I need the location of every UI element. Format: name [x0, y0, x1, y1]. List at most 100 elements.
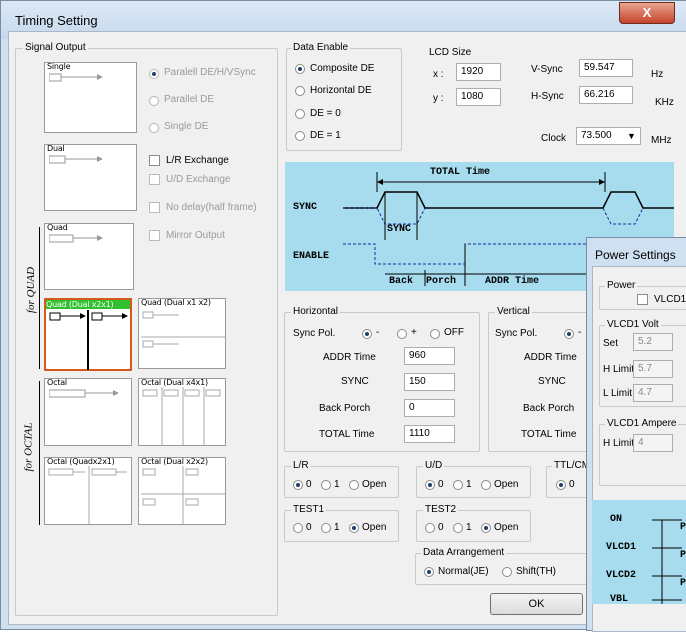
mirror-output-checkbox[interactable] — [149, 230, 160, 241]
lcd-x-input[interactable]: 1920 — [456, 63, 501, 81]
v-pol-minus-radio[interactable] — [564, 329, 574, 339]
test1-open-radio[interactable] — [349, 523, 359, 533]
de0-radio[interactable] — [295, 109, 305, 119]
shift-th-radio[interactable] — [502, 567, 512, 577]
test1-0-label: 0 — [306, 522, 312, 533]
h-pol-off-radio[interactable] — [430, 329, 440, 339]
on-label: ON — [610, 514, 623, 525]
lcd-y-input[interactable]: 1080 — [456, 88, 501, 106]
card-octal-quad-x2x1[interactable]: Octal (Quadx2x1) — [44, 457, 132, 525]
test1-1-radio[interactable] — [321, 523, 331, 533]
octal-split-icon — [141, 466, 225, 524]
vlcd-checkbox[interactable] — [637, 294, 648, 305]
clock-unit: MHz — [651, 135, 672, 146]
h-pol-plus-radio[interactable] — [397, 329, 407, 339]
h-back-porch-input[interactable]: 0 — [404, 399, 455, 417]
ud-0-radio[interactable] — [425, 480, 435, 490]
h-sync-input[interactable]: 150 — [404, 373, 455, 391]
sync-signal-label: SYNC — [293, 202, 318, 213]
card-label: Octal (Quadx2x1) — [47, 457, 115, 466]
close-button[interactable]: X — [619, 2, 675, 24]
h-pol-off-label: OFF — [444, 327, 464, 338]
normal-je-radio[interactable] — [424, 567, 434, 577]
test2-1-radio[interactable] — [453, 523, 463, 533]
card-octal-dual-x2x2[interactable]: Octal (Dual x2x2) — [138, 457, 226, 525]
test2-0-radio[interactable] — [425, 523, 435, 533]
porch-label: Porch — [426, 276, 457, 287]
mirror-output-label: Mirror Output — [166, 230, 225, 241]
ud-1-radio[interactable] — [453, 480, 463, 490]
test2-open-radio[interactable] — [481, 523, 491, 533]
vlcd-check-label: VLCD1 — [654, 294, 686, 305]
ud-open-radio[interactable] — [481, 480, 491, 490]
vsync-unit: Hz — [651, 69, 664, 80]
arrow-icon — [49, 234, 103, 243]
parallel-de-radio[interactable] — [149, 96, 159, 106]
hlimit-input[interactable]: 5.7 — [633, 360, 673, 378]
vsync-input[interactable]: 59.547 — [579, 59, 633, 77]
clock-label: Clock — [541, 133, 567, 144]
arrow-icon — [49, 73, 103, 82]
card-quad-dual-x1x2[interactable]: Quad (Dual x1 x2) — [138, 298, 226, 369]
card-label: Octal (Dual x4x1) — [141, 378, 208, 387]
card-label: Dual — [47, 144, 65, 153]
octal-bracket-line — [39, 381, 40, 525]
card-quad-dual-x2x1[interactable]: Quad (Dual x2x1) — [44, 298, 132, 371]
card-octal-dual-x4x1[interactable]: Octal (Dual x4x1) — [138, 378, 226, 446]
pin-label-3: P — [680, 578, 686, 589]
ttl-0-radio[interactable] — [556, 480, 566, 490]
ok-button[interactable]: OK — [490, 593, 583, 615]
vlcd1-volt-label: VLCD1 Volt — [605, 319, 661, 330]
no-delay-checkbox[interactable] — [149, 202, 160, 213]
single-de-label: Single DE — [164, 121, 209, 132]
sync-box-label: SYNC — [387, 224, 412, 235]
timing-setting-window: Timing Setting X Signal Output Single Du… — [0, 0, 686, 632]
card-octal[interactable]: Octal — [44, 378, 132, 446]
horizontal-de-label: Horizontal DE — [310, 85, 372, 96]
test2-label: TEST2 — [423, 504, 459, 515]
paralell-dehv-label: Paralell DE/H/VSync — [164, 67, 256, 78]
lr-1-radio[interactable] — [321, 480, 331, 490]
card-single[interactable]: Single — [44, 62, 137, 133]
enable-signal-label: ENABLE — [293, 251, 330, 262]
horizontal-de-radio[interactable] — [295, 86, 305, 96]
card-quad[interactable]: Quad — [44, 223, 134, 290]
composite-de-radio[interactable] — [295, 64, 305, 74]
test1-0-radio[interactable] — [293, 523, 303, 533]
test1-label: TEST1 — [291, 504, 327, 515]
v-total-label: TOTAL Time — [521, 429, 577, 440]
paralell-dehv-radio[interactable] — [149, 69, 159, 79]
h-total-input[interactable]: 1110 — [404, 425, 455, 443]
ud-0-label: 0 — [438, 479, 444, 490]
test1-1-label: 1 — [334, 522, 340, 533]
window-title: Timing Setting — [15, 13, 98, 28]
h-total-label: TOTAL Time — [319, 429, 375, 440]
h-pol-minus-radio[interactable] — [362, 329, 372, 339]
quad-split-icon — [141, 311, 225, 348]
card-label: Quad (Dual x1 x2) — [141, 298, 211, 307]
amp-hlimit-input[interactable]: 4 — [633, 434, 673, 452]
power-settings-window: Power Settings Power VLCD1 VLCD1 Volt Se… — [586, 237, 686, 632]
de1-radio[interactable] — [295, 131, 305, 141]
lr-exchange-checkbox[interactable] — [149, 155, 160, 166]
card-dual[interactable]: Dual — [44, 144, 137, 211]
ud-exchange-checkbox[interactable] — [149, 174, 160, 185]
card-label: Quad — [47, 223, 68, 232]
single-de-radio[interactable] — [149, 123, 159, 133]
v-sync-pol-label: Sync Pol. — [495, 328, 538, 339]
lr-0-radio[interactable] — [293, 480, 303, 490]
set-input[interactable]: 5.2 — [633, 333, 673, 351]
ud-1-label: 1 — [466, 479, 472, 490]
h-addr-input[interactable]: 960 — [404, 347, 455, 365]
card-label: Octal (Dual x2x2) — [141, 457, 208, 466]
v-sync-label: SYNC — [538, 376, 566, 387]
test1-open-label: Open — [362, 522, 387, 533]
lr-1-label: 1 — [334, 479, 340, 490]
normal-je-label: Normal(JE) — [438, 566, 489, 577]
hsync-input[interactable]: 66.216 — [579, 86, 633, 104]
lr-open-radio[interactable] — [349, 480, 359, 490]
card-label: Octal — [47, 378, 67, 387]
v-pol-minus-label: - — [578, 327, 582, 338]
llimit-input[interactable]: 4.7 — [633, 384, 673, 402]
card-label: Single — [47, 62, 71, 71]
